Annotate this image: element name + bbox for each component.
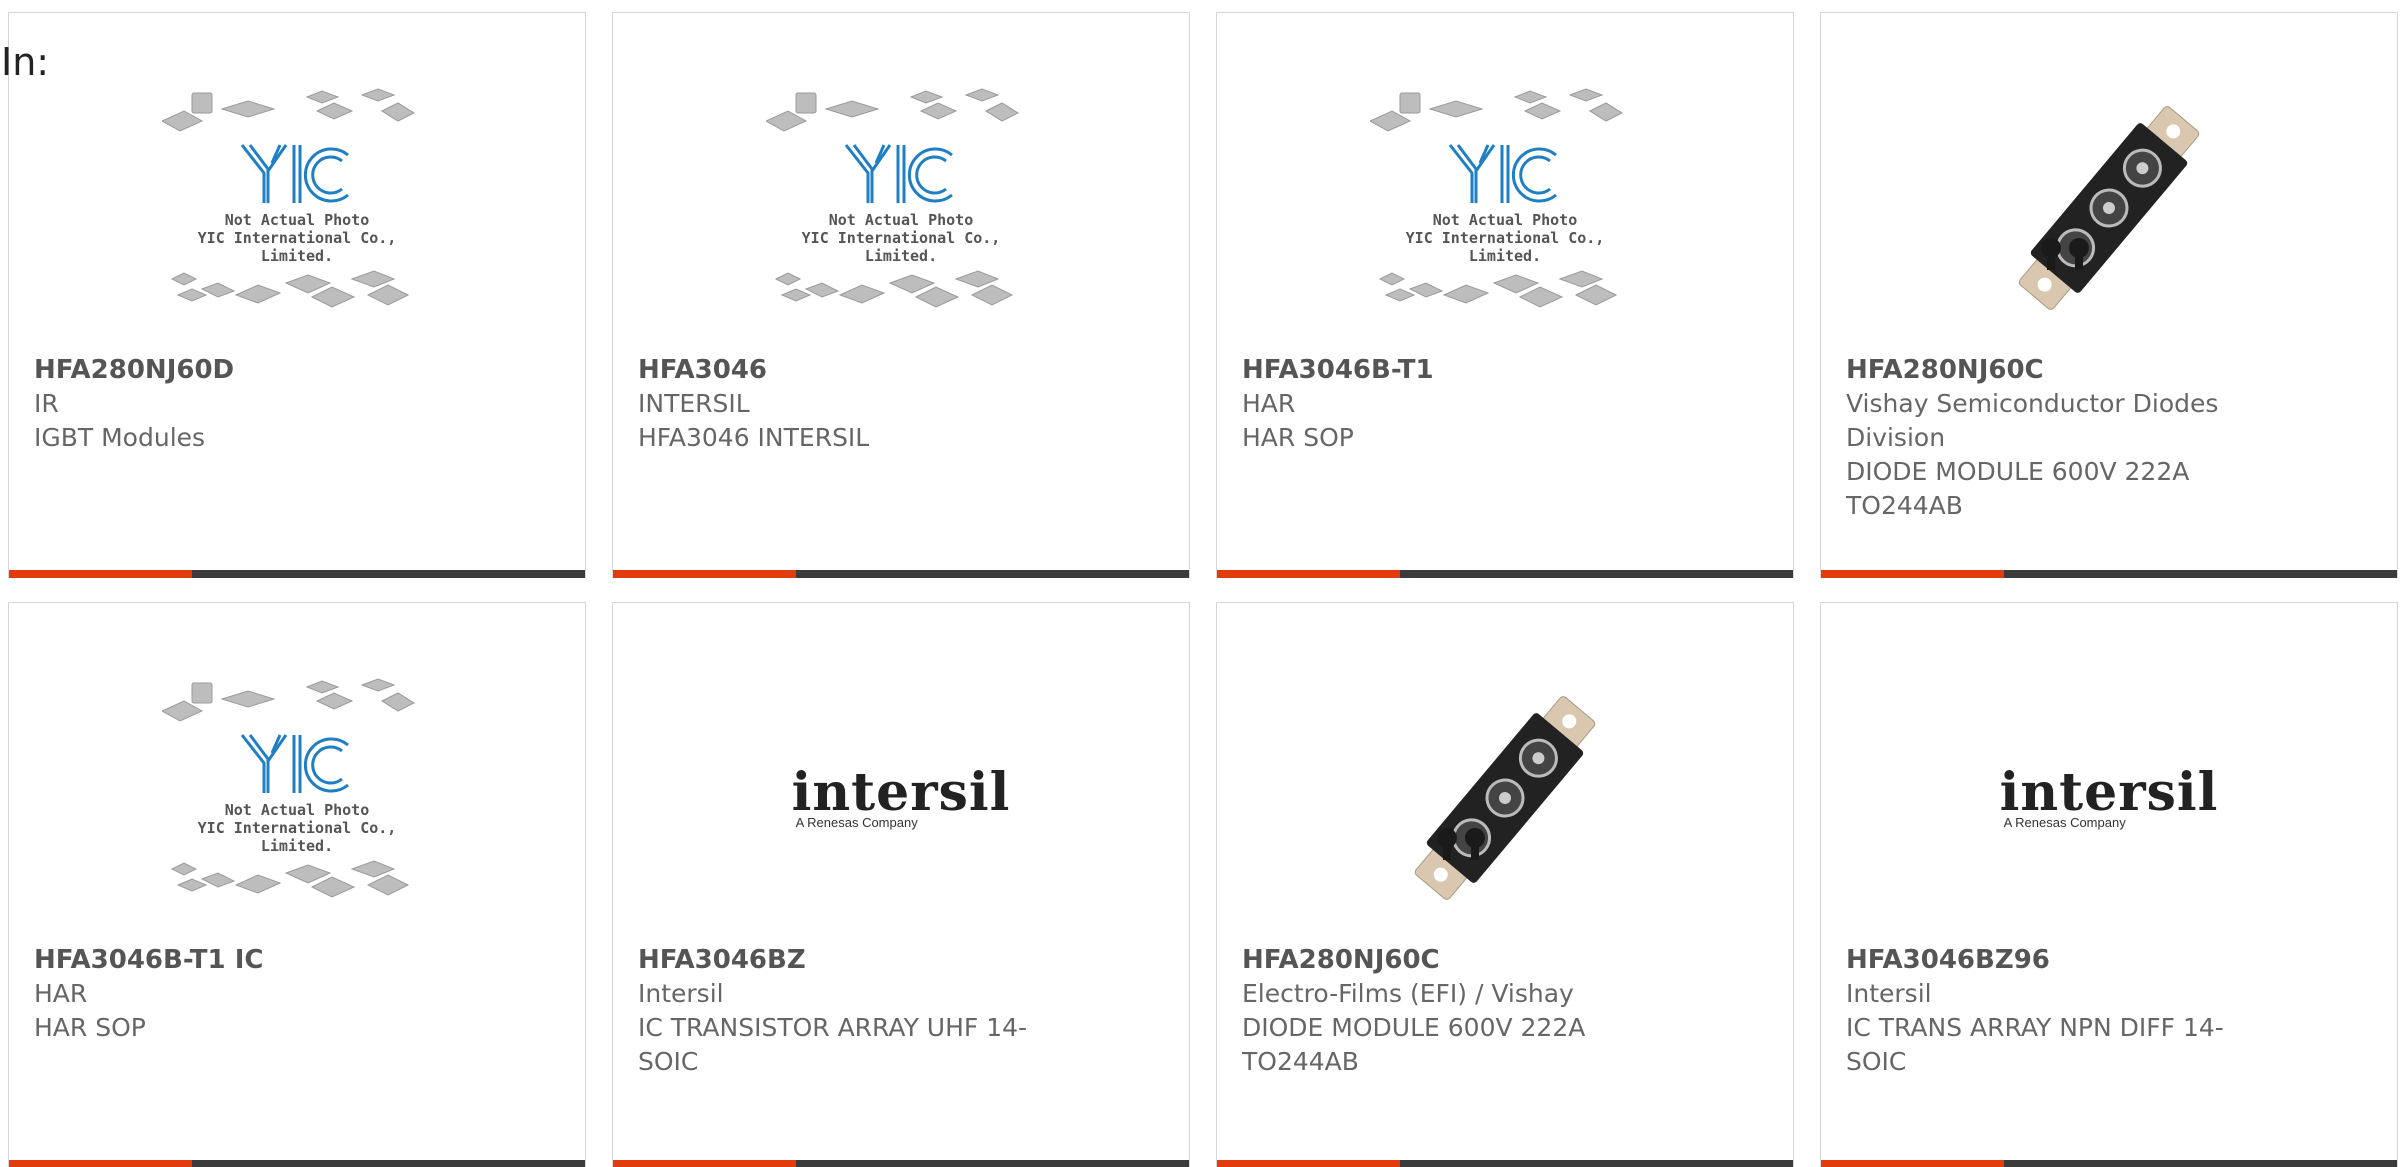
card-bottom-bar [1217,1160,1793,1167]
product-card[interactable]: intersil A Renesas Company HFA3046BZ96 I… [1820,602,2398,1167]
product-text: HFA3046B-T1 HAR HAR SOP [1242,353,1662,455]
component-chips-icon [764,88,1020,308]
card-bottom-bar [1217,570,1793,578]
component-chips-icon [1368,88,1624,308]
yic-placeholder-image: Not Actual Photo YIC International Co., … [1368,83,1640,333]
card-bottom-bar [613,1160,1189,1167]
in-label: In: [1,40,50,84]
description: DIODE MODULE 600V 222A TO244AB [1242,1013,1586,1076]
manufacturer: Intersil [638,979,724,1008]
product-text: HFA3046BZ96 Intersil IC TRANS ARRAY NPN … [1846,943,2266,1079]
yic-placeholder-image: Not Actual Photo YIC International Co., … [160,83,432,333]
part-number-link[interactable]: HFA3046BZ [638,943,1058,977]
yic-placeholder-image: Not Actual Photo YIC International Co., … [160,673,432,923]
manufacturer: Electro-Films (EFI) / Vishay [1242,979,1574,1008]
product-image[interactable]: intersil A Renesas Company [1821,663,2397,933]
image-caption-company: YIC International Co., Limited. [197,819,397,855]
image-caption-not-actual: Not Actual Photo [828,211,974,229]
product-grid-page: Not Actual Photo YIC International Co., … [0,0,2400,1167]
product-text: HFA280NJ60D IR IGBT Modules [34,353,454,455]
card-bottom-bar [613,570,1189,578]
intersil-logo-word: intersil [1999,761,2219,823]
product-text: HFA3046BZ Intersil IC TRANSISTOR ARRAY U… [638,943,1058,1079]
image-caption-not-actual: Not Actual Photo [224,211,370,229]
product-card[interactable]: Not Actual Photo YIC International Co., … [1216,12,1794,578]
product-card[interactable]: intersil A Renesas Company HFA3046BZ Int… [612,602,1190,1167]
product-text: HFA280NJ60C Electro-Films (EFI) / Vishay… [1242,943,1662,1079]
product-image[interactable] [1821,73,2397,343]
part-number-link[interactable]: HFA280NJ60D [34,353,454,387]
card-accent-bar [613,570,796,578]
product-image[interactable] [1217,663,1793,933]
card-accent-bar [1821,570,2004,578]
description: IGBT Modules [34,423,206,452]
image-caption-company: YIC International Co., Limited. [197,229,397,265]
manufacturer: HAR [34,979,88,1008]
manufacturer: Intersil [1846,979,1932,1008]
description: DIODE MODULE 600V 222A TO244AB [1846,457,2190,520]
card-accent-bar [613,1160,796,1167]
product-text: HFA3046 INTERSIL HFA3046 INTERSIL [638,353,1058,455]
card-accent-bar [9,570,192,578]
part-number-link[interactable]: HFA3046B-T1 IC [34,943,454,977]
description: HAR SOP [34,1013,146,1042]
part-number-link[interactable]: HFA3046BZ96 [1846,943,2266,977]
description: HAR SOP [1242,423,1354,452]
card-bottom-bar [9,570,585,578]
product-image[interactable]: Not Actual Photo YIC International Co., … [9,73,585,343]
component-chips-icon [160,88,416,308]
image-caption-not-actual: Not Actual Photo [1432,211,1578,229]
diode-module-photo [1414,696,1596,900]
product-image[interactable]: intersil A Renesas Company [613,663,1189,933]
product-text: HFA280NJ60C Vishay Semiconductor Diodes … [1846,353,2266,523]
manufacturer: INTERSIL [638,389,750,418]
manufacturer: Vishay Semiconductor Diodes Division [1846,389,2219,452]
card-accent-bar [1217,1160,1400,1167]
product-card[interactable]: Not Actual Photo YIC International Co., … [612,12,1190,578]
image-caption-company: YIC International Co., Limited. [801,229,1001,265]
part-number-link[interactable]: HFA280NJ60C [1846,353,2266,387]
card-bottom-bar [1821,570,2397,578]
card-bottom-bar [9,1160,585,1167]
product-image[interactable]: Not Actual Photo YIC International Co., … [1217,73,1793,343]
manufacturer: IR [34,389,59,418]
part-number-link[interactable]: HFA280NJ60C [1242,943,1662,977]
yic-placeholder-image: Not Actual Photo YIC International Co., … [764,83,1036,333]
card-accent-bar [1821,1160,2004,1167]
product-image[interactable]: Not Actual Photo YIC International Co., … [613,73,1189,343]
card-accent-bar [9,1160,192,1167]
product-text: HFA3046B-T1 IC HAR HAR SOP [34,943,454,1045]
description: IC TRANSISTOR ARRAY UHF 14-SOIC [638,1013,1028,1076]
component-chips-icon [160,678,416,898]
product-card[interactable]: HFA280NJ60C Electro-Films (EFI) / Vishay… [1216,602,1794,1167]
card-accent-bar [1217,570,1400,578]
image-caption-company: YIC International Co., Limited. [1405,229,1605,265]
intersil-logo: intersil A Renesas Company [791,761,1011,830]
product-grid: Not Actual Photo YIC International Co., … [1,12,2400,1167]
product-card[interactable]: Not Actual Photo YIC International Co., … [8,602,586,1167]
diode-module-photo [2018,106,2200,310]
intersil-logo-word: intersil [791,761,1011,823]
part-number-link[interactable]: HFA3046 [638,353,1058,387]
description: HFA3046 INTERSIL [638,423,870,452]
card-bottom-bar [1821,1160,2397,1167]
product-card[interactable]: Not Actual Photo YIC International Co., … [1,12,586,578]
manufacturer: HAR [1242,389,1296,418]
product-card[interactable]: HFA280NJ60C Vishay Semiconductor Diodes … [1820,12,2398,578]
intersil-logo: intersil A Renesas Company [1999,761,2219,830]
part-number-link[interactable]: HFA3046B-T1 [1242,353,1662,387]
product-image[interactable]: Not Actual Photo YIC International Co., … [9,663,585,933]
description: IC TRANS ARRAY NPN DIFF 14-SOIC [1846,1013,2224,1076]
image-caption-not-actual: Not Actual Photo [224,801,370,819]
